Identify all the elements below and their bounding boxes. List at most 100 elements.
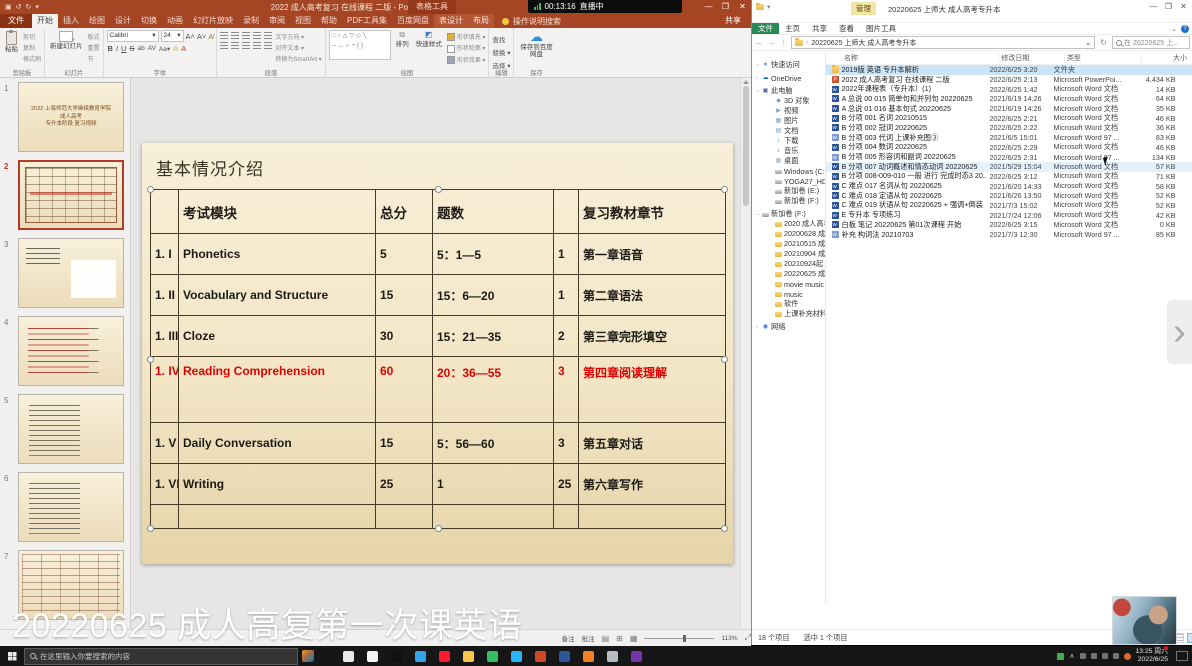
cut-button[interactable]: 剪切 bbox=[23, 32, 41, 41]
arrange-button[interactable]: ⧉ 排列 bbox=[394, 30, 411, 49]
clear-format-icon[interactable]: A̸ bbox=[208, 32, 213, 41]
tray-app-icon[interactable] bbox=[1057, 653, 1064, 660]
nav-pane-item[interactable]: › OneDrive bbox=[752, 73, 825, 83]
minimize-icon[interactable]: — bbox=[700, 0, 717, 14]
webcam-overlay[interactable] bbox=[1112, 596, 1177, 645]
font-name-select[interactable]: Calibri▾ bbox=[107, 30, 159, 42]
nav-pane-item[interactable]: 下载 bbox=[752, 136, 825, 146]
start-button[interactable] bbox=[0, 652, 24, 660]
zoom-slider-thumb[interactable] bbox=[683, 635, 686, 642]
taskbar-app-icon[interactable] bbox=[487, 651, 498, 662]
search-highlight-icon[interactable] bbox=[302, 650, 314, 662]
ribbon-tab[interactable]: 百度网盘 bbox=[392, 14, 434, 28]
file-row[interactable]: B 分项 008-009-010 一般 进行 完成时态3 20.. 2022/6… bbox=[826, 172, 1192, 182]
columns-icon[interactable] bbox=[264, 42, 272, 49]
selection-handle[interactable] bbox=[721, 356, 728, 363]
table-row[interactable]: 1. IIICloze30 15：21—352第三章完形填空 bbox=[151, 316, 726, 357]
tray-cloud-app-icon[interactable] bbox=[1124, 653, 1131, 660]
align-left-icon[interactable] bbox=[220, 42, 228, 49]
shape-outline-button[interactable]: 形状轮廓 ▾ bbox=[447, 43, 486, 52]
tray-settings-icon[interactable] bbox=[1113, 653, 1119, 659]
tray-volume-icon[interactable] bbox=[1091, 653, 1097, 659]
comments-button[interactable]: 批注 bbox=[582, 633, 595, 643]
smartart-button[interactable]: 转换为SmartArt ▾ bbox=[275, 54, 321, 63]
slide-thumbnail[interactable]: 4 bbox=[4, 316, 124, 386]
align-right-icon[interactable] bbox=[242, 42, 250, 49]
nav-pane-item[interactable]: 20210924起 高起专 bbox=[752, 259, 825, 269]
close-icon[interactable]: ✕ bbox=[734, 0, 751, 14]
slide-thumbnail-image[interactable] bbox=[18, 472, 124, 542]
shadow-button[interactable]: ab bbox=[137, 45, 144, 52]
increase-indent-icon[interactable] bbox=[253, 32, 261, 39]
ribbon-tab[interactable]: 视图 bbox=[290, 14, 316, 28]
ribbon-tab[interactable]: 文件 bbox=[0, 14, 32, 28]
nav-pane-item[interactable]: 软件 bbox=[752, 299, 825, 309]
ribbon-tab[interactable]: PDF工具集 bbox=[342, 14, 392, 28]
address-field[interactable]: › 20220625 上师大 成人高考专升本 ⌄ bbox=[791, 36, 1095, 49]
forward-icon[interactable]: → bbox=[767, 38, 776, 47]
ribbon-tab[interactable]: 审阅 bbox=[264, 14, 290, 28]
highlight-color-button[interactable]: A bbox=[173, 44, 178, 53]
file-row[interactable]: 2019版 英语 专升本解析 2022/6/25 3:20 文件夹 bbox=[826, 65, 1192, 75]
taskbar-app-icon[interactable] bbox=[559, 651, 570, 662]
qat-customize-icon[interactable]: ▾ bbox=[767, 3, 771, 11]
file-row[interactable]: B 分项 005 形容词和副词 20220625 2022/6/25 2:31 … bbox=[826, 152, 1192, 162]
quick-styles-button[interactable]: ◩ 快速样式 bbox=[414, 30, 444, 49]
help-icon[interactable]: ? bbox=[1181, 25, 1189, 33]
selection-handle[interactable] bbox=[147, 356, 154, 363]
column-date[interactable]: 修改日期 bbox=[999, 53, 1065, 63]
section-button[interactable]: 节 bbox=[88, 54, 100, 63]
taskbar-app-icon[interactable] bbox=[415, 651, 426, 662]
zoom-level[interactable]: 113% bbox=[721, 635, 737, 642]
nav-pane-item[interactable]: YOGA27_HDD (D:) bbox=[752, 176, 825, 186]
notes-button[interactable]: 备注 bbox=[562, 633, 575, 643]
taskbar-app-icon[interactable] bbox=[631, 651, 642, 662]
underline-button[interactable]: U bbox=[121, 44, 126, 53]
file-row[interactable]: B 分项 004 数词 20220625 2022/6/25 2:29 Micr… bbox=[826, 143, 1192, 153]
slide-thumbnail-image[interactable] bbox=[18, 238, 124, 308]
scrollbar-thumb[interactable] bbox=[743, 86, 749, 206]
scroll-up-icon[interactable] bbox=[743, 80, 749, 84]
ribbon-collapse-icon[interactable]: ⌄ bbox=[1171, 25, 1177, 33]
exam-table[interactable]: 考试模块 总分 题数 复习教材章节 1. IPhonetics5 5：1—51第… bbox=[150, 189, 725, 529]
taskbar-clock[interactable]: 13:25 周六 2022/6/25 bbox=[1136, 648, 1169, 664]
zoom-slider[interactable] bbox=[644, 638, 714, 639]
ribbon-tab[interactable]: 幻灯片放映 bbox=[188, 14, 238, 28]
file-row[interactable]: 白板 笔记 20220625 第01次课程 开始 2022/6/25 3:15 … bbox=[826, 220, 1192, 230]
file-row[interactable]: 补充 构词法 20210703 2021/7/3 12:30 Microsoft… bbox=[826, 230, 1192, 240]
nav-pane-item[interactable]: 20210515 成人高考 bbox=[752, 239, 825, 249]
action-center-icon[interactable] bbox=[1176, 651, 1188, 661]
taskbar-app-icon[interactable] bbox=[391, 651, 402, 662]
minimize-icon[interactable]: — bbox=[1146, 2, 1161, 11]
taskbar-app-icon[interactable] bbox=[535, 651, 546, 662]
nav-pane-item[interactable]: 音乐 bbox=[752, 146, 825, 156]
nav-pane-item[interactable]: ⌄ 新加卷 (F:) bbox=[752, 209, 825, 219]
undo-icon[interactable]: ↺ bbox=[16, 3, 22, 11]
nav-pane-item[interactable]: 视频 bbox=[752, 106, 825, 116]
nav-pane-item[interactable]: ⌄ 快速访问 bbox=[752, 60, 825, 70]
taskbar-app-icon[interactable] bbox=[343, 651, 354, 662]
slide-thumbnail-image[interactable] bbox=[18, 316, 124, 386]
file-row[interactable]: A 总说 00 015 简单句和并列句 20220625 2021/6/19 1… bbox=[826, 94, 1192, 104]
table-row[interactable]: 1. IVReading Comprehension60 20：36—553第四… bbox=[151, 357, 726, 423]
explorer-search-input[interactable]: 在 20220625 上... bbox=[1112, 36, 1190, 49]
close-icon[interactable]: ✕ bbox=[1176, 2, 1191, 11]
ribbon-tab[interactable]: 开始 bbox=[32, 14, 58, 28]
redo-icon[interactable]: ↻ bbox=[26, 3, 32, 11]
nav-pane-item[interactable]: 图片 bbox=[752, 116, 825, 126]
nav-pane-item[interactable]: 20220625 成人高考 bbox=[752, 269, 825, 279]
nav-pane-item[interactable]: 上课补充材料 bbox=[752, 309, 825, 319]
nav-pane-item[interactable]: 文档 bbox=[752, 126, 825, 136]
file-row[interactable]: B 分项 003 代词 上课补充图③ 2021/6/5 15:01 Micros… bbox=[826, 133, 1192, 143]
shape-effects-button[interactable]: 形状效果 ▾ bbox=[447, 55, 486, 64]
nav-pane-item[interactable]: movie music bbox=[752, 279, 825, 289]
taskbar-app-icon[interactable] bbox=[439, 651, 450, 662]
bullets-icon[interactable] bbox=[220, 32, 228, 39]
file-row[interactable]: C 难点 019 状语从句 20220625 + 强调+倒装 2021/7/3 … bbox=[826, 201, 1192, 211]
copy-button[interactable]: 复制 bbox=[23, 43, 41, 52]
breadcrumb[interactable]: 20220625 上师大 成人高考专升本 bbox=[811, 38, 916, 48]
table-row[interactable]: 1. IIVocabulary and Structure15 15：6—201… bbox=[151, 275, 726, 316]
normal-view-icon[interactable]: ▤ bbox=[602, 634, 610, 643]
next-page-chevron[interactable]: › bbox=[1167, 300, 1192, 364]
column-name[interactable]: 名称 bbox=[828, 53, 999, 63]
